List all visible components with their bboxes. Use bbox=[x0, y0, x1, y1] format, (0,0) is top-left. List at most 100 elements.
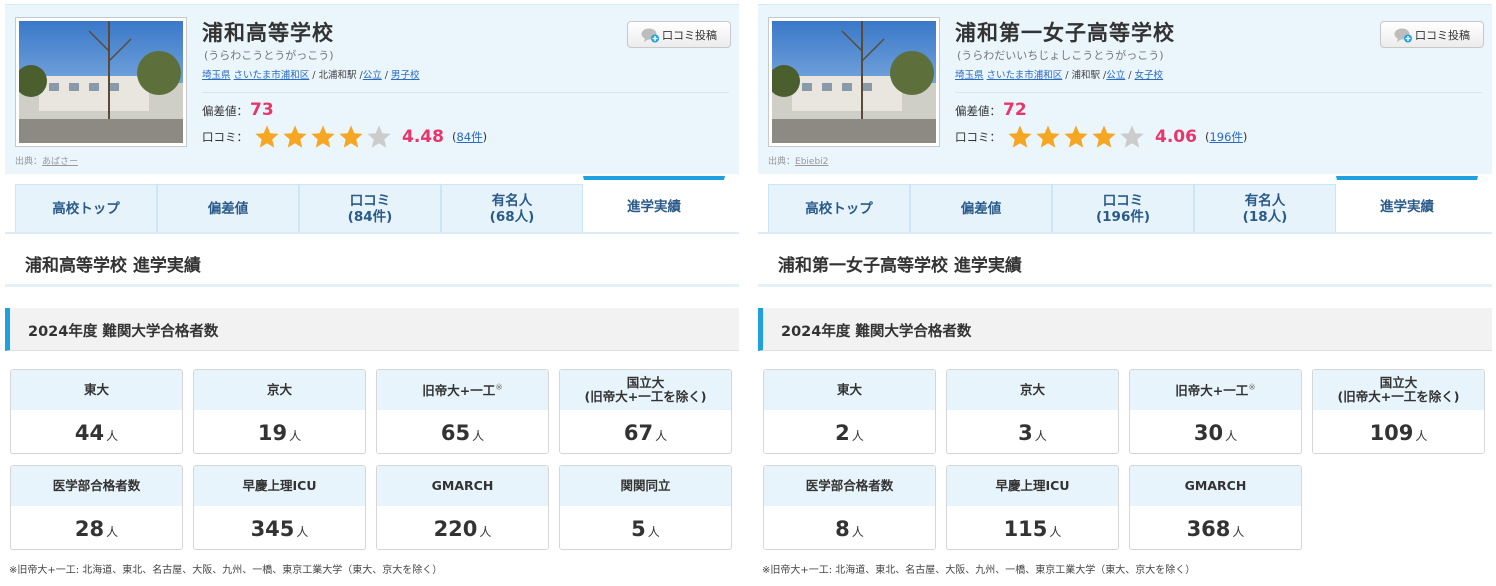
school-name: 浦和第一女子高等学校 bbox=[955, 21, 1175, 45]
result-card-unit: 人 bbox=[1415, 429, 1428, 443]
result-card-value: 368 bbox=[1186, 516, 1231, 541]
prefecture-link[interactable]: 埼玉県 bbox=[955, 70, 984, 81]
result-card-label-wrap: 早慶上理ICU bbox=[243, 479, 317, 493]
result-card: 医学部合格者数 28 人 bbox=[10, 465, 183, 550]
result-card-label-text: 国立大 bbox=[626, 375, 665, 390]
tab-label: 高校トップ bbox=[52, 200, 120, 217]
result-card-label-wrap: 京大 bbox=[1020, 383, 1045, 397]
section-title: 浦和第一女子高等学校 進学実績 bbox=[778, 256, 1022, 276]
tab-label-wrap: 進学実績 bbox=[1380, 199, 1434, 215]
result-card-label-wrap: 京大 bbox=[267, 383, 292, 397]
result-card-unit: 人 bbox=[289, 429, 302, 443]
review-count-link[interactable]: 84件 bbox=[456, 130, 482, 144]
city-link[interactable]: さいたま市浦和区 bbox=[987, 70, 1063, 81]
tab-1[interactable]: 偏差値 bbox=[910, 184, 1052, 234]
tab-label-wrap: 有名人 (18人) bbox=[1243, 193, 1288, 225]
school-name: 浦和高等学校 bbox=[202, 21, 334, 45]
tab-label: 進学実績 bbox=[627, 198, 681, 215]
gender-link[interactable]: 男子校 bbox=[391, 70, 420, 81]
star-icon bbox=[1120, 125, 1144, 148]
tab-3[interactable]: 有名人 (68人) bbox=[441, 184, 583, 234]
result-card-unit: 人 bbox=[1225, 429, 1238, 443]
result-card-unit: 人 bbox=[296, 525, 309, 539]
review-label: 口コミ： bbox=[955, 130, 1001, 144]
result-card-value: 19 bbox=[257, 420, 288, 445]
post-review-button[interactable]: 口コミ投稿 bbox=[1380, 21, 1484, 48]
tab-4[interactable]: 進学実績 bbox=[583, 176, 725, 234]
tab-1[interactable]: 偏差値 bbox=[157, 184, 299, 234]
result-card-label-wrap: 医学部合格者数 bbox=[53, 479, 141, 493]
tab-2[interactable]: 口コミ (84件) bbox=[299, 184, 441, 234]
tab-3[interactable]: 有名人 (18人) bbox=[1194, 184, 1336, 234]
result-card-value: 115 bbox=[1003, 516, 1048, 541]
result-card: 京大 3 人 bbox=[946, 369, 1119, 454]
star-icon bbox=[1036, 125, 1060, 148]
tab-4[interactable]: 進学実績 bbox=[1336, 176, 1478, 234]
prefecture-link[interactable]: 埼玉県 bbox=[202, 70, 231, 81]
post-review-button[interactable]: 口コミ投稿 bbox=[627, 21, 731, 48]
result-card-label-wrap: 早慶上理ICU bbox=[996, 479, 1070, 493]
school-photo[interactable] bbox=[768, 17, 940, 147]
result-card-label: 医学部合格者数 bbox=[11, 466, 182, 506]
result-card-label: GMARCH bbox=[1130, 466, 1301, 506]
school-type-link[interactable]: 公立 bbox=[1106, 70, 1125, 81]
tab-0[interactable]: 高校トップ bbox=[768, 184, 910, 234]
star-icon bbox=[339, 125, 363, 148]
result-card-label-sub: (旧帝大+一工を除く) bbox=[584, 389, 707, 404]
post-review-label: 口コミ投稿 bbox=[662, 28, 717, 42]
school-panel: 出典：Ebiebi2 浦和第一女子高等学校 (うらわだいいちじょしこうとうがっこ… bbox=[758, 0, 1494, 586]
result-card-label-wrap: GMARCH bbox=[432, 479, 494, 493]
result-card-value: 3 bbox=[1018, 420, 1033, 445]
tab-label: 口コミ bbox=[1102, 192, 1144, 209]
result-card-label: 早慶上理ICU bbox=[194, 466, 365, 506]
result-card-unit: 人 bbox=[479, 525, 492, 539]
result-card-label-text: 京大 bbox=[1019, 382, 1045, 397]
tab-0[interactable]: 高校トップ bbox=[15, 184, 157, 234]
review-count: (196件) bbox=[1205, 129, 1247, 145]
star-icon bbox=[255, 125, 279, 148]
tab-2[interactable]: 口コミ (196件) bbox=[1052, 184, 1194, 234]
result-card-value-row: 3人 bbox=[947, 410, 1118, 453]
result-card-unit: 人 bbox=[1049, 525, 1062, 539]
review-count-close: ) bbox=[482, 130, 488, 144]
star-icon bbox=[1092, 125, 1116, 148]
school-header: 出典：あばさー 浦和高等学校 (うらわこうとうがっこう) 埼玉県 さいたま市浦和… bbox=[5, 4, 739, 174]
review-score: 4.06 bbox=[1155, 127, 1197, 147]
result-card-label-wrap: 国立大 (旧帝大+一工を除く) bbox=[585, 376, 707, 404]
result-card-value: 44 bbox=[74, 420, 105, 445]
review-row: 口コミ： 4.06 (196件) bbox=[955, 124, 1247, 150]
review-row: 口コミ： 4.48 (84件) bbox=[202, 124, 487, 150]
school-photo-image bbox=[19, 21, 183, 143]
result-card-value-row: 67 人 bbox=[560, 410, 731, 453]
section-line bbox=[758, 284, 1492, 287]
credit-link[interactable]: Ebiebi2 bbox=[795, 157, 828, 167]
result-card-value-row: 30 人 bbox=[1130, 410, 1301, 453]
section-line bbox=[5, 284, 739, 287]
result-card-label: 旧帝大+一工※ bbox=[1130, 370, 1301, 410]
tab-label: 偏差値 bbox=[960, 200, 1002, 217]
tab-label-wrap: 進学実績 bbox=[627, 199, 681, 215]
star-icon bbox=[283, 125, 307, 148]
result-card: 早慶上理ICU 115 人 bbox=[946, 465, 1119, 550]
result-card-value: 65 bbox=[440, 420, 471, 445]
school-type-link[interactable]: 公立 bbox=[363, 70, 382, 81]
tabbar-line bbox=[5, 232, 739, 234]
credit-link[interactable]: あばさー bbox=[42, 157, 78, 167]
tab-sublabel: (196件) bbox=[1095, 208, 1151, 225]
result-card-label-text: 旧帝大+一工 bbox=[422, 383, 496, 399]
result-card-value-row: 44 人 bbox=[11, 410, 182, 453]
school-photo[interactable] bbox=[15, 17, 187, 147]
review-count-link[interactable]: 196件 bbox=[1209, 130, 1242, 144]
star-icon bbox=[1064, 125, 1088, 148]
result-card-value: 220 bbox=[433, 516, 478, 541]
result-card-value-row: 345 人 bbox=[194, 506, 365, 549]
result-card-value: 2 bbox=[835, 420, 850, 445]
result-card-value: 30 bbox=[1193, 420, 1224, 445]
result-card-value: 67 bbox=[623, 420, 654, 445]
city-link[interactable]: さいたま市浦和区 bbox=[234, 70, 310, 81]
tab-label-wrap: 口コミ (84件) bbox=[348, 193, 393, 225]
gender-link[interactable]: 女子校 bbox=[1135, 70, 1164, 81]
result-card: 東大 44 人 bbox=[10, 369, 183, 454]
result-card-unit: 人 bbox=[655, 429, 668, 443]
result-card-value-row: 2人 bbox=[764, 410, 935, 453]
